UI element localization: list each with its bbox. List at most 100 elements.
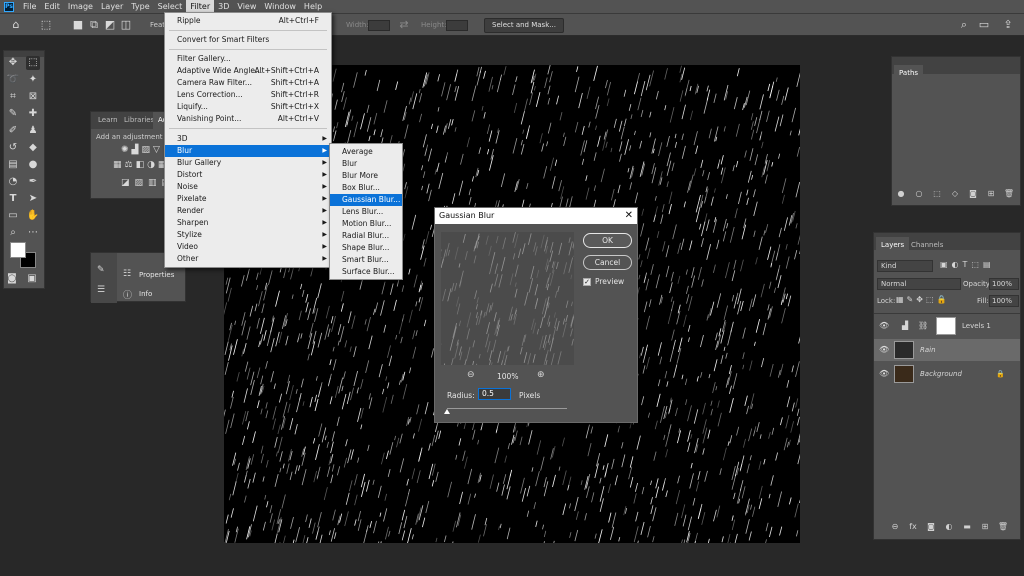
submenu-item-average[interactable]: Average — [330, 146, 402, 158]
layer-mask-thumbnail[interactable] — [936, 317, 956, 335]
menu-item-3d[interactable]: 3D ▶ — [165, 133, 331, 145]
screen-mode-icon[interactable]: ▣ — [26, 272, 38, 286]
more-tools-icon[interactable]: ⋯ — [26, 226, 40, 240]
width-input[interactable] — [368, 20, 390, 31]
menu-type[interactable]: Type — [127, 0, 153, 13]
eraser-icon[interactable]: ◆ — [26, 141, 40, 155]
swap-icon[interactable]: ⇄ — [398, 19, 410, 31]
tab-paths[interactable]: Paths — [894, 65, 924, 81]
submenu-item-smart-blur[interactable]: Smart Blur... — [330, 254, 402, 266]
close-icon[interactable]: ✕ — [625, 208, 633, 224]
layer-name[interactable]: Levels 1 — [962, 315, 991, 337]
visibility-eye-icon[interactable]: 👁 — [879, 339, 889, 361]
pen-icon[interactable]: ✒ — [26, 175, 40, 189]
new-path-icon[interactable]: ⊞ — [982, 187, 1000, 201]
menu-edit[interactable]: Edit — [40, 0, 64, 13]
group-icon[interactable]: ▬ — [958, 520, 976, 534]
menu-item-camera-raw[interactable]: Camera Raw Filter... Shift+Ctrl+A — [165, 77, 331, 89]
layer-row-rain[interactable]: 👁 Rain — [874, 339, 1020, 361]
type-tool-icon[interactable]: T — [6, 192, 20, 206]
foreground-color-swatch-front[interactable] — [10, 242, 26, 258]
submenu-item-box-blur[interactable]: Box Blur... — [330, 182, 402, 194]
search-icon[interactable]: ⌕ — [958, 19, 970, 31]
menu-item-noise[interactable]: Noise ▶ — [165, 181, 331, 193]
healing-brush-icon[interactable]: ✚ — [26, 107, 40, 121]
menu-item-ripple[interactable]: Ripple Alt+Ctrl+F — [165, 15, 331, 27]
home-icon[interactable]: ⌂ — [10, 19, 22, 31]
menu-item-filter-gallery[interactable]: Filter Gallery... — [165, 53, 331, 65]
blend-mode-select[interactable]: Normal — [877, 278, 961, 290]
brush-settings-icon[interactable]: ✎ — [97, 265, 105, 275]
clone-stamp-icon[interactable]: ♟ — [26, 124, 40, 138]
chain-link-icon[interactable]: ⛓ — [918, 315, 928, 337]
layer-name[interactable]: Rain — [920, 339, 936, 361]
submenu-item-blur[interactable]: Blur — [330, 158, 402, 170]
blur-tool-icon[interactable]: ● — [26, 158, 40, 172]
submenu-item-blur-more[interactable]: Blur More — [330, 170, 402, 182]
stroke-path-icon[interactable]: ○ — [910, 187, 928, 201]
info-label[interactable]: Info — [139, 290, 152, 298]
brush-icon[interactable]: ✐ — [6, 124, 20, 138]
menu-item-other[interactable]: Other ▶ — [165, 253, 331, 265]
layer-row-levels[interactable]: 👁 ▟ ⛓ Levels 1 — [874, 315, 1020, 337]
adjustment-icons-row1[interactable]: ✺▟▨▽ — [121, 145, 163, 155]
menu-layer[interactable]: Layer — [97, 0, 127, 13]
layer-thumbnail[interactable] — [894, 365, 914, 383]
adjustment-icons-row2[interactable]: ▦⚖◧◑▦ — [113, 160, 169, 170]
menu-item-vanishing-point[interactable]: Vanishing Point... Alt+Ctrl+V — [165, 113, 331, 125]
fx-icon[interactable]: fx — [904, 520, 922, 534]
menu-image[interactable]: Image — [64, 0, 97, 13]
hand-icon[interactable]: ✋ — [26, 209, 40, 223]
filter-kind-select[interactable]: Kind — [877, 260, 933, 272]
fill-path-icon[interactable]: ● — [892, 187, 910, 201]
radius-slider-handle[interactable] — [444, 409, 450, 414]
make-work-path-icon[interactable]: ◇ — [946, 187, 964, 201]
zoom-in-icon[interactable]: ⊕ — [537, 370, 545, 380]
opacity-input[interactable]: 100% — [989, 278, 1019, 290]
zoom-out-icon[interactable]: ⊖ — [467, 370, 475, 380]
new-selection-icon[interactable]: ■ — [72, 19, 84, 31]
visibility-eye-icon[interactable]: 👁 — [879, 315, 889, 337]
menu-item-render[interactable]: Render ▶ — [165, 205, 331, 217]
radius-input[interactable]: 0.5 — [478, 388, 511, 400]
menu-item-stylize[interactable]: Stylize ▶ — [165, 229, 331, 241]
magic-wand-icon[interactable]: ✦ — [26, 73, 40, 87]
submenu-item-motion-blur[interactable]: Motion Blur... — [330, 218, 402, 230]
move-tool-icon[interactable]: ✥ — [6, 56, 20, 70]
menu-item-blur[interactable]: Blur ▶ — [165, 145, 331, 157]
cancel-button[interactable]: Cancel — [583, 255, 632, 270]
dodge-icon[interactable]: ◔ — [6, 175, 20, 189]
lock-icons[interactable]: ▦✎✥⬚🔒 — [896, 295, 949, 304]
menu-item-liquify[interactable]: Liquify... Shift+Ctrl+X — [165, 101, 331, 113]
layer-filter-icons[interactable]: ▣◐T⬚▤ — [940, 260, 995, 269]
lasso-icon[interactable]: ➰ — [6, 73, 20, 87]
rectangular-marquee-icon[interactable]: ⬚ — [26, 56, 40, 70]
intersect-selection-icon[interactable]: ◫ — [120, 19, 132, 31]
workspace-icon[interactable]: ▭ — [978, 19, 990, 31]
height-input[interactable] — [446, 20, 468, 31]
visibility-eye-icon[interactable]: 👁 — [879, 363, 889, 385]
menu-item-pixelate[interactable]: Pixelate ▶ — [165, 193, 331, 205]
link-layers-icon[interactable]: ⊖ — [886, 520, 904, 534]
preview-checkbox[interactable]: ✓ — [583, 278, 591, 286]
ok-button[interactable]: OK — [583, 233, 632, 248]
gradient-icon[interactable]: ▤ — [6, 158, 20, 172]
add-mask-icon[interactable]: ◙ — [964, 187, 982, 201]
new-layer-icon[interactable]: ⊞ — [976, 520, 994, 534]
delete-layer-icon[interactable]: 🗑 — [994, 520, 1012, 534]
radius-slider-track[interactable] — [447, 408, 567, 409]
history-brush-icon[interactable]: ↺ — [6, 141, 20, 155]
share-icon[interactable]: ⇪ — [1002, 19, 1014, 31]
tab-channels[interactable]: Channels — [906, 237, 948, 253]
path-selection-icon[interactable]: ➤ — [26, 192, 40, 206]
subtract-selection-icon[interactable]: ◩ — [104, 19, 116, 31]
menu-item-convert-smart-filters[interactable]: Convert for Smart Filters — [165, 34, 331, 46]
frame-icon[interactable]: ⊠ — [26, 90, 40, 104]
load-selection-icon[interactable]: ⬚ — [928, 187, 946, 201]
preview-label[interactable]: Preview — [595, 277, 624, 286]
add-selection-icon[interactable]: ⧉ — [88, 19, 100, 31]
info-icon[interactable]: ⓘ — [123, 288, 132, 301]
select-and-mask-button[interactable]: Select and Mask... — [484, 18, 564, 33]
delete-path-icon[interactable]: 🗑 — [1000, 187, 1018, 201]
fill-input[interactable]: 100% — [989, 295, 1019, 307]
